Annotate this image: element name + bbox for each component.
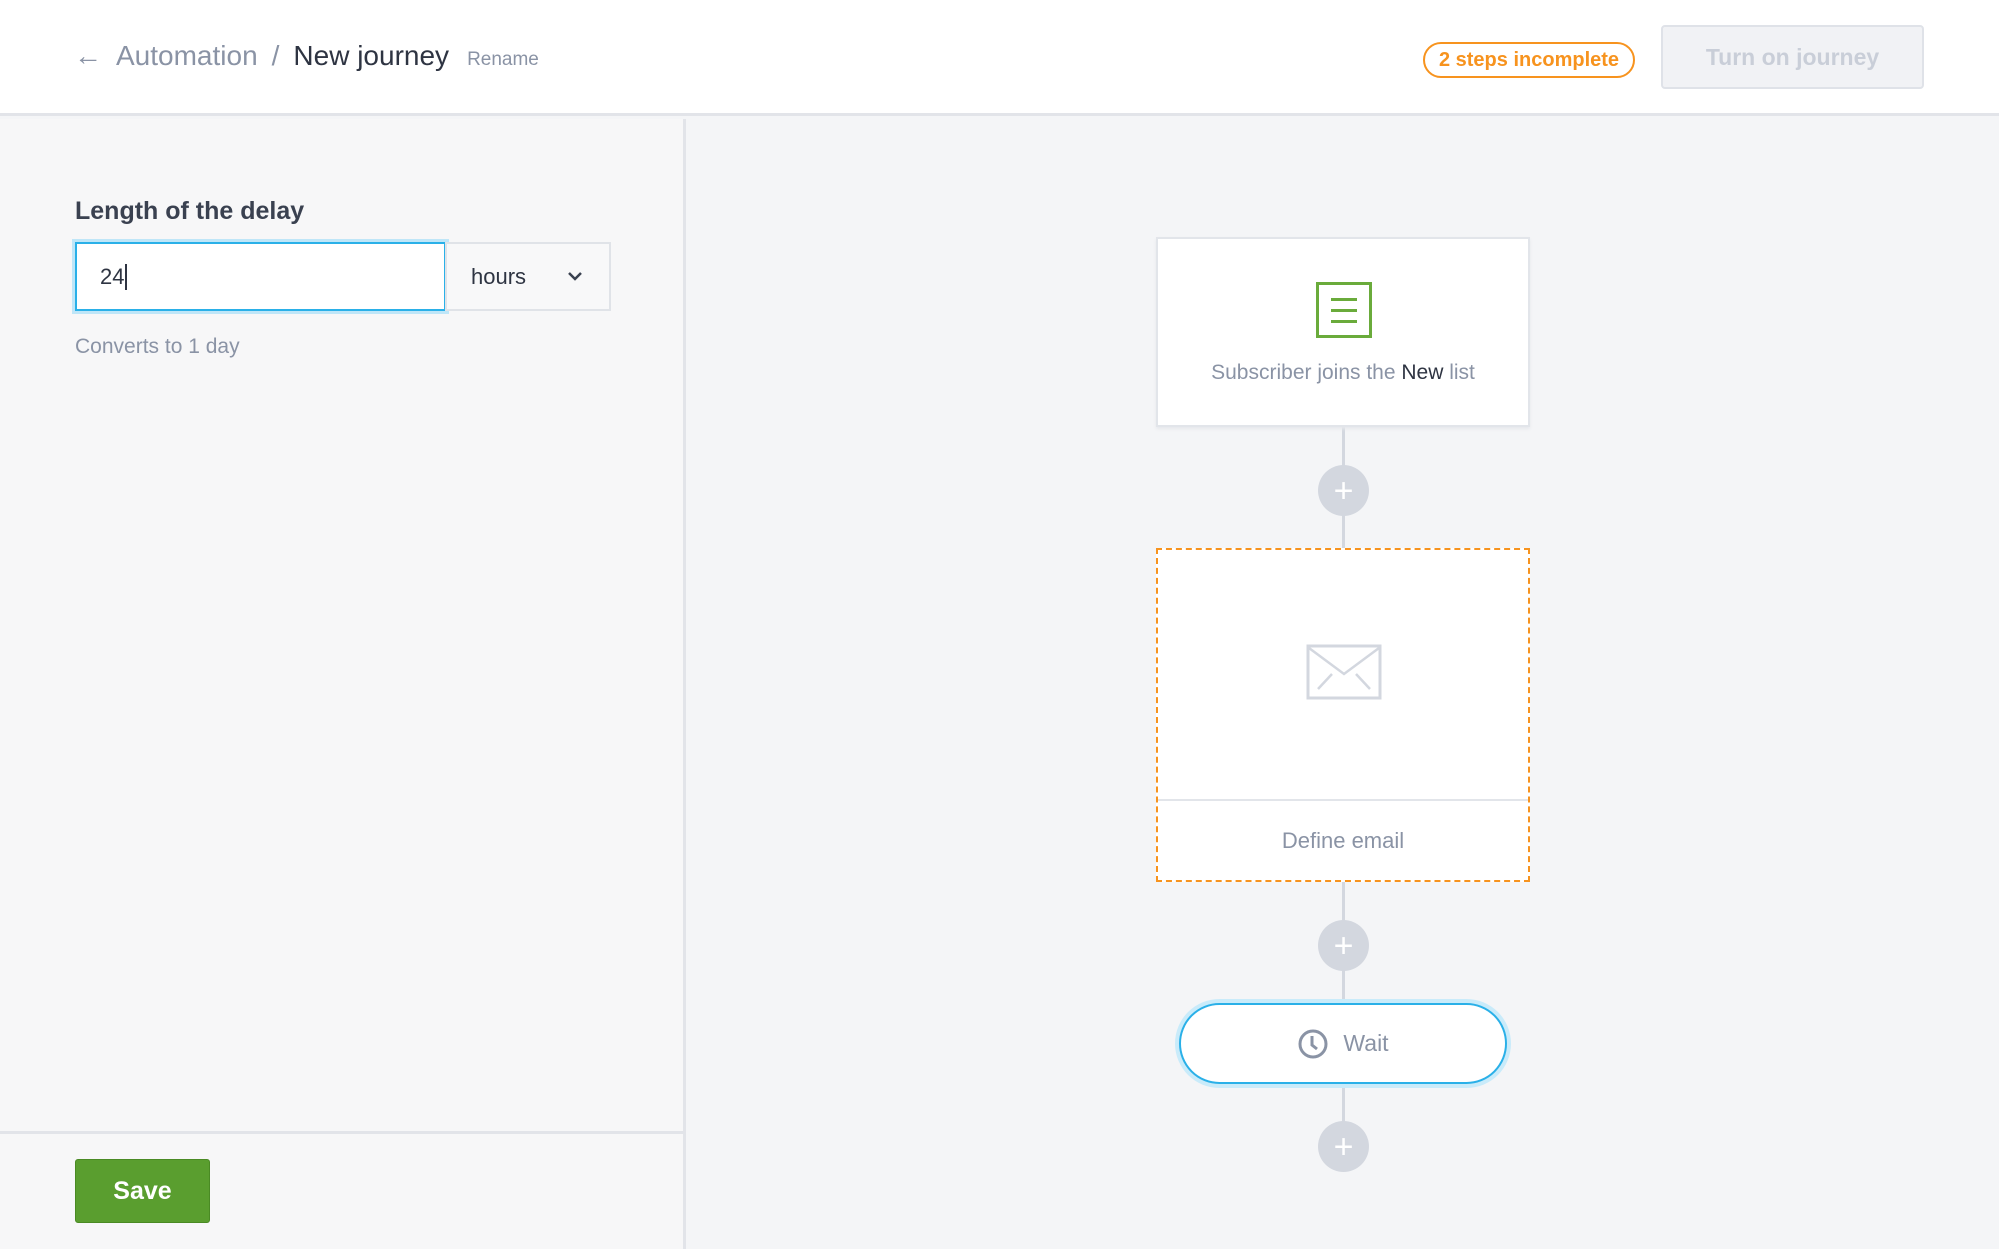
- breadcrumb: ← Automation / New journey Rename: [74, 40, 539, 72]
- email-step-card[interactable]: Define email: [1156, 548, 1530, 882]
- clock-icon: [1298, 1029, 1328, 1058]
- delay-length-label: Length of the delay: [75, 197, 305, 225]
- chevron-down-icon: [567, 262, 583, 297]
- add-step-button[interactable]: +: [1318, 920, 1369, 971]
- trigger-prefix: Subscriber joins the: [1211, 361, 1402, 384]
- rename-link[interactable]: Rename: [467, 49, 539, 71]
- top-bar: ← Automation / New journey Rename 2 step…: [0, 0, 1999, 116]
- text-caret: [125, 263, 128, 290]
- wait-step-label: Wait: [1343, 1030, 1389, 1056]
- envelope-icon: [1306, 644, 1382, 700]
- wait-step[interactable]: Wait: [1179, 1003, 1507, 1084]
- save-button[interactable]: Save: [75, 1159, 210, 1223]
- breadcrumb-automation[interactable]: Automation: [116, 40, 258, 72]
- connector-line: [1342, 1084, 1345, 1124]
- journey-title: New journey: [293, 40, 450, 71]
- list-icon: [1316, 282, 1372, 338]
- trigger-step-card[interactable]: Subscriber joins the New list: [1156, 237, 1530, 427]
- delay-unit-value: hours: [471, 263, 527, 289]
- email-step-label: Define email: [1281, 828, 1405, 853]
- delay-value-input[interactable]: 24: [75, 242, 446, 311]
- card-divider: [1158, 799, 1528, 801]
- turn-on-journey-button[interactable]: Turn on journey: [1661, 25, 1924, 89]
- settings-panel: Length of the delay 24 hours Converts to…: [0, 119, 686, 1249]
- trigger-description: Subscriber joins the New list: [1158, 361, 1528, 385]
- footer-divider: [0, 1131, 683, 1134]
- conversion-hint: Converts to 1 day: [75, 335, 240, 358]
- status-badge: 2 steps incomplete: [1423, 42, 1635, 78]
- trigger-list-name: New: [1401, 361, 1444, 384]
- trigger-suffix: list: [1443, 361, 1475, 384]
- add-step-button[interactable]: +: [1318, 1121, 1369, 1172]
- add-step-button[interactable]: +: [1318, 465, 1369, 516]
- delay-value: 24: [100, 263, 125, 289]
- arrow-left-icon[interactable]: ←: [74, 40, 102, 72]
- breadcrumb-separator: /: [271, 40, 280, 71]
- delay-unit-select[interactable]: hours: [445, 242, 611, 311]
